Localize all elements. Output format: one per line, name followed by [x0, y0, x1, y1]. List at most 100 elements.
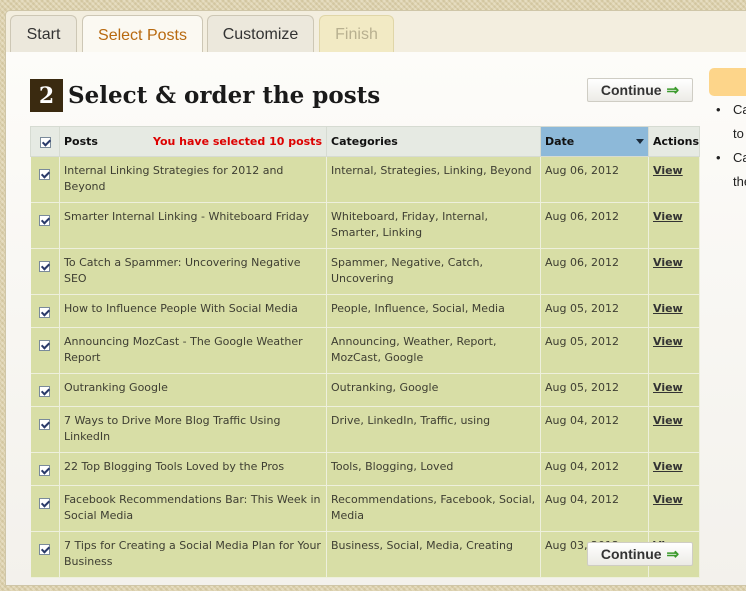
tab-finish: Finish — [319, 15, 394, 53]
wizard-tab-bar: Start Select Posts Customize Finish — [5, 10, 746, 55]
row-select-cell — [30, 373, 60, 407]
date-cell: Aug 04, 2012 — [540, 485, 649, 532]
view-link[interactable]: View — [653, 493, 683, 506]
sidebar-list-item: • Ca the — [716, 146, 746, 194]
posts-column-header[interactable]: Posts You have selected 10 posts — [59, 126, 327, 157]
table-row[interactable]: Smarter Internal Linking - Whiteboard Fr… — [30, 202, 700, 249]
sidebar-tab[interactable] — [709, 68, 746, 96]
categories-cell: Announcing, Weather, Report, MozCast, Go… — [326, 327, 541, 374]
view-link[interactable]: View — [653, 256, 683, 269]
view-link[interactable]: View — [653, 460, 683, 473]
post-title-cell: Internal Linking Strategies for 2012 and… — [59, 156, 327, 203]
categories-cell: Internal, Strategies, Linking, Beyond — [326, 156, 541, 203]
action-cell: View — [648, 294, 700, 328]
continue-label: Continue — [600, 82, 662, 98]
post-title-cell: 7 Ways to Drive More Blog Traffic Using … — [59, 406, 327, 453]
post-title-cell: 22 Top Blogging Tools Loved by the Pros — [59, 452, 327, 486]
posts-header-label: Posts — [64, 135, 98, 148]
post-title-cell: Outranking Google — [59, 373, 327, 407]
post-title-cell: Smarter Internal Linking - Whiteboard Fr… — [59, 202, 327, 249]
table-row[interactable]: 22 Top Blogging Tools Loved by the Pros T… — [30, 452, 700, 486]
table-row[interactable]: Facebook Recommendations Bar: This Week … — [30, 485, 700, 532]
sidebar-item-text: the — [733, 174, 746, 189]
sort-descending-icon[interactable] — [636, 139, 644, 144]
date-cell: Aug 04, 2012 — [540, 452, 649, 486]
row-checkbox[interactable] — [39, 385, 51, 397]
row-checkbox[interactable] — [39, 260, 51, 272]
row-select-cell — [30, 156, 60, 203]
row-select-cell — [30, 485, 60, 532]
row-select-cell — [30, 452, 60, 486]
date-cell: Aug 05, 2012 — [540, 373, 649, 407]
action-cell: View — [648, 485, 700, 532]
post-title-cell: To Catch a Spammer: Uncovering Negative … — [59, 248, 327, 295]
row-checkbox[interactable] — [39, 543, 51, 555]
row-checkbox[interactable] — [39, 497, 51, 509]
post-title-cell: 7 Tips for Creating a Social Media Plan … — [59, 531, 327, 578]
step-number-badge: 2 — [30, 79, 63, 112]
categories-cell: People, Influence, Social, Media — [326, 294, 541, 328]
categories-cell: Spammer, Negative, Catch, Uncovering — [326, 248, 541, 295]
row-select-cell — [30, 531, 60, 578]
row-checkbox[interactable] — [39, 306, 51, 318]
row-checkbox[interactable] — [39, 214, 51, 226]
action-cell: View — [648, 202, 700, 249]
table-header-row: Posts You have selected 10 posts Categor… — [30, 126, 700, 157]
row-select-cell — [30, 248, 60, 295]
table-row[interactable]: Internal Linking Strategies for 2012 and… — [30, 156, 700, 203]
view-link[interactable]: View — [653, 335, 683, 348]
row-checkbox[interactable] — [39, 418, 51, 430]
categories-cell: Recommendations, Facebook, Social, Media — [326, 485, 541, 532]
view-link[interactable]: View — [653, 210, 683, 223]
continue-label: Continue — [600, 546, 662, 562]
view-link[interactable]: View — [653, 414, 683, 427]
action-cell: View — [648, 156, 700, 203]
action-cell: View — [648, 452, 700, 486]
table-row[interactable]: Announcing MozCast - The Google Weather … — [30, 327, 700, 374]
date-column-header[interactable]: Date — [540, 126, 649, 157]
row-checkbox[interactable] — [39, 464, 51, 476]
right-arrow-icon: ⇒ — [666, 82, 680, 99]
categories-cell: Tools, Blogging, Loved — [326, 452, 541, 486]
continue-button-bottom[interactable]: Continue ⇒ — [587, 542, 693, 566]
action-cell: View — [648, 373, 700, 407]
date-cell: Aug 06, 2012 — [540, 156, 649, 203]
date-header-label: Date — [545, 135, 575, 148]
categories-cell: Business, Social, Media, Creating — [326, 531, 541, 578]
date-cell: Aug 04, 2012 — [540, 406, 649, 453]
posts-table: Posts You have selected 10 posts Categor… — [30, 126, 700, 578]
continue-button-top[interactable]: Continue ⇒ — [587, 78, 693, 102]
row-checkbox[interactable] — [39, 339, 51, 351]
row-select-cell — [30, 202, 60, 249]
post-title-cell: How to Influence People With Social Medi… — [59, 294, 327, 328]
sidebar-item-text: to — [733, 126, 744, 141]
select-all-checkbox[interactable] — [39, 136, 51, 148]
bullet-icon: • — [716, 150, 721, 165]
tab-start[interactable]: Start — [10, 15, 77, 53]
tab-customize[interactable]: Customize — [207, 15, 314, 53]
view-link[interactable]: View — [653, 164, 683, 177]
view-link[interactable]: View — [653, 381, 683, 394]
select-all-header — [30, 126, 60, 157]
date-cell: Aug 06, 2012 — [540, 248, 649, 295]
table-row[interactable]: To Catch a Spammer: Uncovering Negative … — [30, 248, 700, 295]
view-link[interactable]: View — [653, 302, 683, 315]
categories-cell: Drive, LinkedIn, Traffic, using — [326, 406, 541, 453]
tab-select-posts[interactable]: Select Posts — [82, 15, 203, 55]
page-title: Select & order the posts — [68, 82, 381, 109]
row-checkbox[interactable] — [39, 168, 51, 180]
bullet-icon: • — [716, 102, 721, 117]
action-cell: View — [648, 327, 700, 374]
sidebar-list: • Ca to • Ca the — [716, 98, 746, 194]
table-row[interactable]: Outranking Google Outranking, Google Aug 0… — [30, 373, 700, 407]
right-arrow-icon: ⇒ — [666, 546, 680, 563]
categories-cell: Outranking, Google — [326, 373, 541, 407]
selected-count-notice: You have selected 10 posts — [153, 135, 322, 148]
action-cell: View — [648, 248, 700, 295]
categories-column-header[interactable]: Categories — [326, 126, 541, 157]
main-panel: 2 Select & order the posts Continue ⇒ Po… — [5, 52, 746, 586]
table-row[interactable]: 7 Ways to Drive More Blog Traffic Using … — [30, 406, 700, 453]
row-select-cell — [30, 327, 60, 374]
table-row[interactable]: How to Influence People With Social Medi… — [30, 294, 700, 328]
date-cell: Aug 06, 2012 — [540, 202, 649, 249]
